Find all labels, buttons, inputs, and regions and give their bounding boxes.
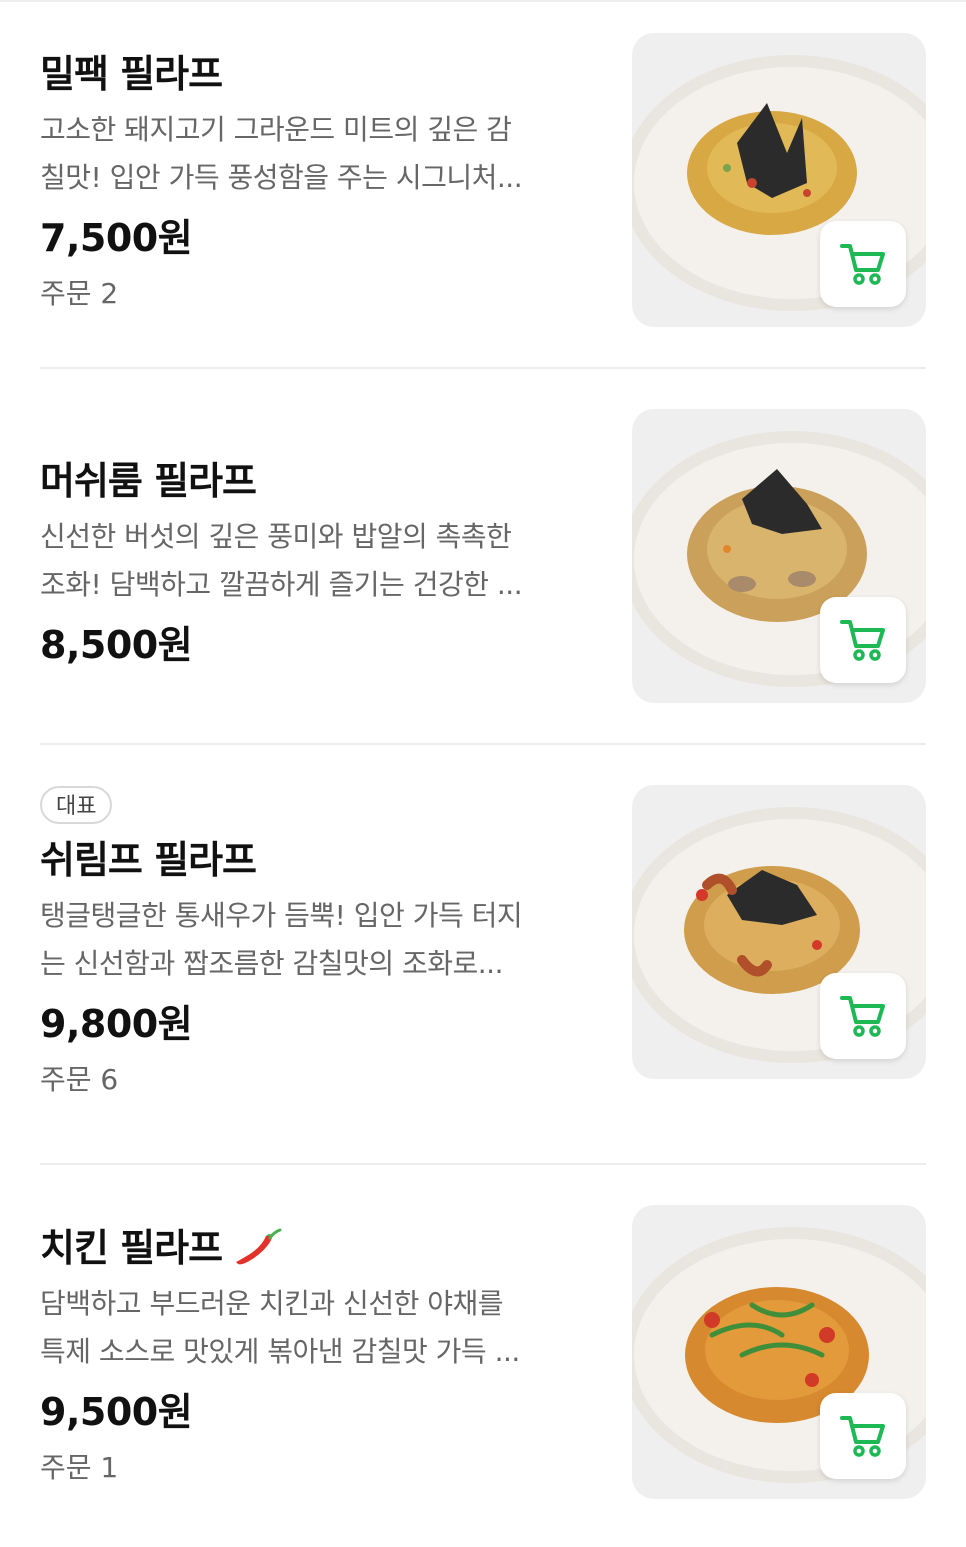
item-price: 9,500원: [40, 1390, 193, 1434]
cart-icon: [840, 1416, 885, 1457]
item-price: 8,500원: [40, 623, 193, 667]
item-description: 담백하고 부드러운 치킨과 신선한 야채를 특제 소스로 맛있게 볶아낸 감칠맛…: [40, 1287, 520, 1368]
item-order-count: 주문 6: [40, 1063, 119, 1096]
item-image[interactable]: [632, 1205, 926, 1499]
item-name: 머쉬룸 필라프: [40, 459, 257, 503]
add-to-cart-button[interactable]: [820, 597, 906, 683]
cart-icon: [840, 620, 885, 661]
item-image[interactable]: [632, 785, 926, 1079]
cart-icon: [840, 244, 885, 285]
item-order-count: 주문 2: [40, 277, 119, 310]
item-divider: [40, 743, 926, 745]
cart-icon: [840, 996, 885, 1037]
item-divider: [40, 1163, 926, 1165]
item-name: 쉬림프 필라프: [40, 838, 257, 882]
item-name: 밀팩 필라프: [40, 52, 223, 96]
item-image[interactable]: [632, 409, 926, 703]
top-divider: [0, 0, 966, 2]
item-description: 신선한 버섯의 깊은 풍미와 밥알의 촉촉한 조화! 담백하고 깔끔하게 즐기는…: [40, 520, 523, 601]
item-price: 7,500원: [40, 216, 193, 260]
item-name-row: 치킨 필라프: [40, 1220, 600, 1276]
chili-pepper-icon: [236, 1228, 282, 1265]
add-to-cart-button[interactable]: [820, 1393, 906, 1479]
item-price: 9,800원: [40, 1002, 193, 1046]
add-to-cart-button[interactable]: [820, 221, 906, 307]
item-divider: [40, 367, 926, 369]
item-order-count: 주문 1: [40, 1451, 119, 1484]
item-description: 고소한 돼지고기 그라운드 미트의 깊은 감 칠맛! 입안 가득 풍성함을 주는…: [40, 113, 523, 194]
item-image[interactable]: [632, 33, 926, 327]
add-to-cart-button[interactable]: [820, 973, 906, 1059]
signature-badge: 대표: [40, 786, 113, 824]
item-name: 치킨 필라프: [40, 1226, 223, 1270]
item-description: 탱글탱글한 통새우가 듬뿍! 입안 가득 터지 는 신선함과 짭조름한 감칠맛의…: [40, 899, 523, 980]
